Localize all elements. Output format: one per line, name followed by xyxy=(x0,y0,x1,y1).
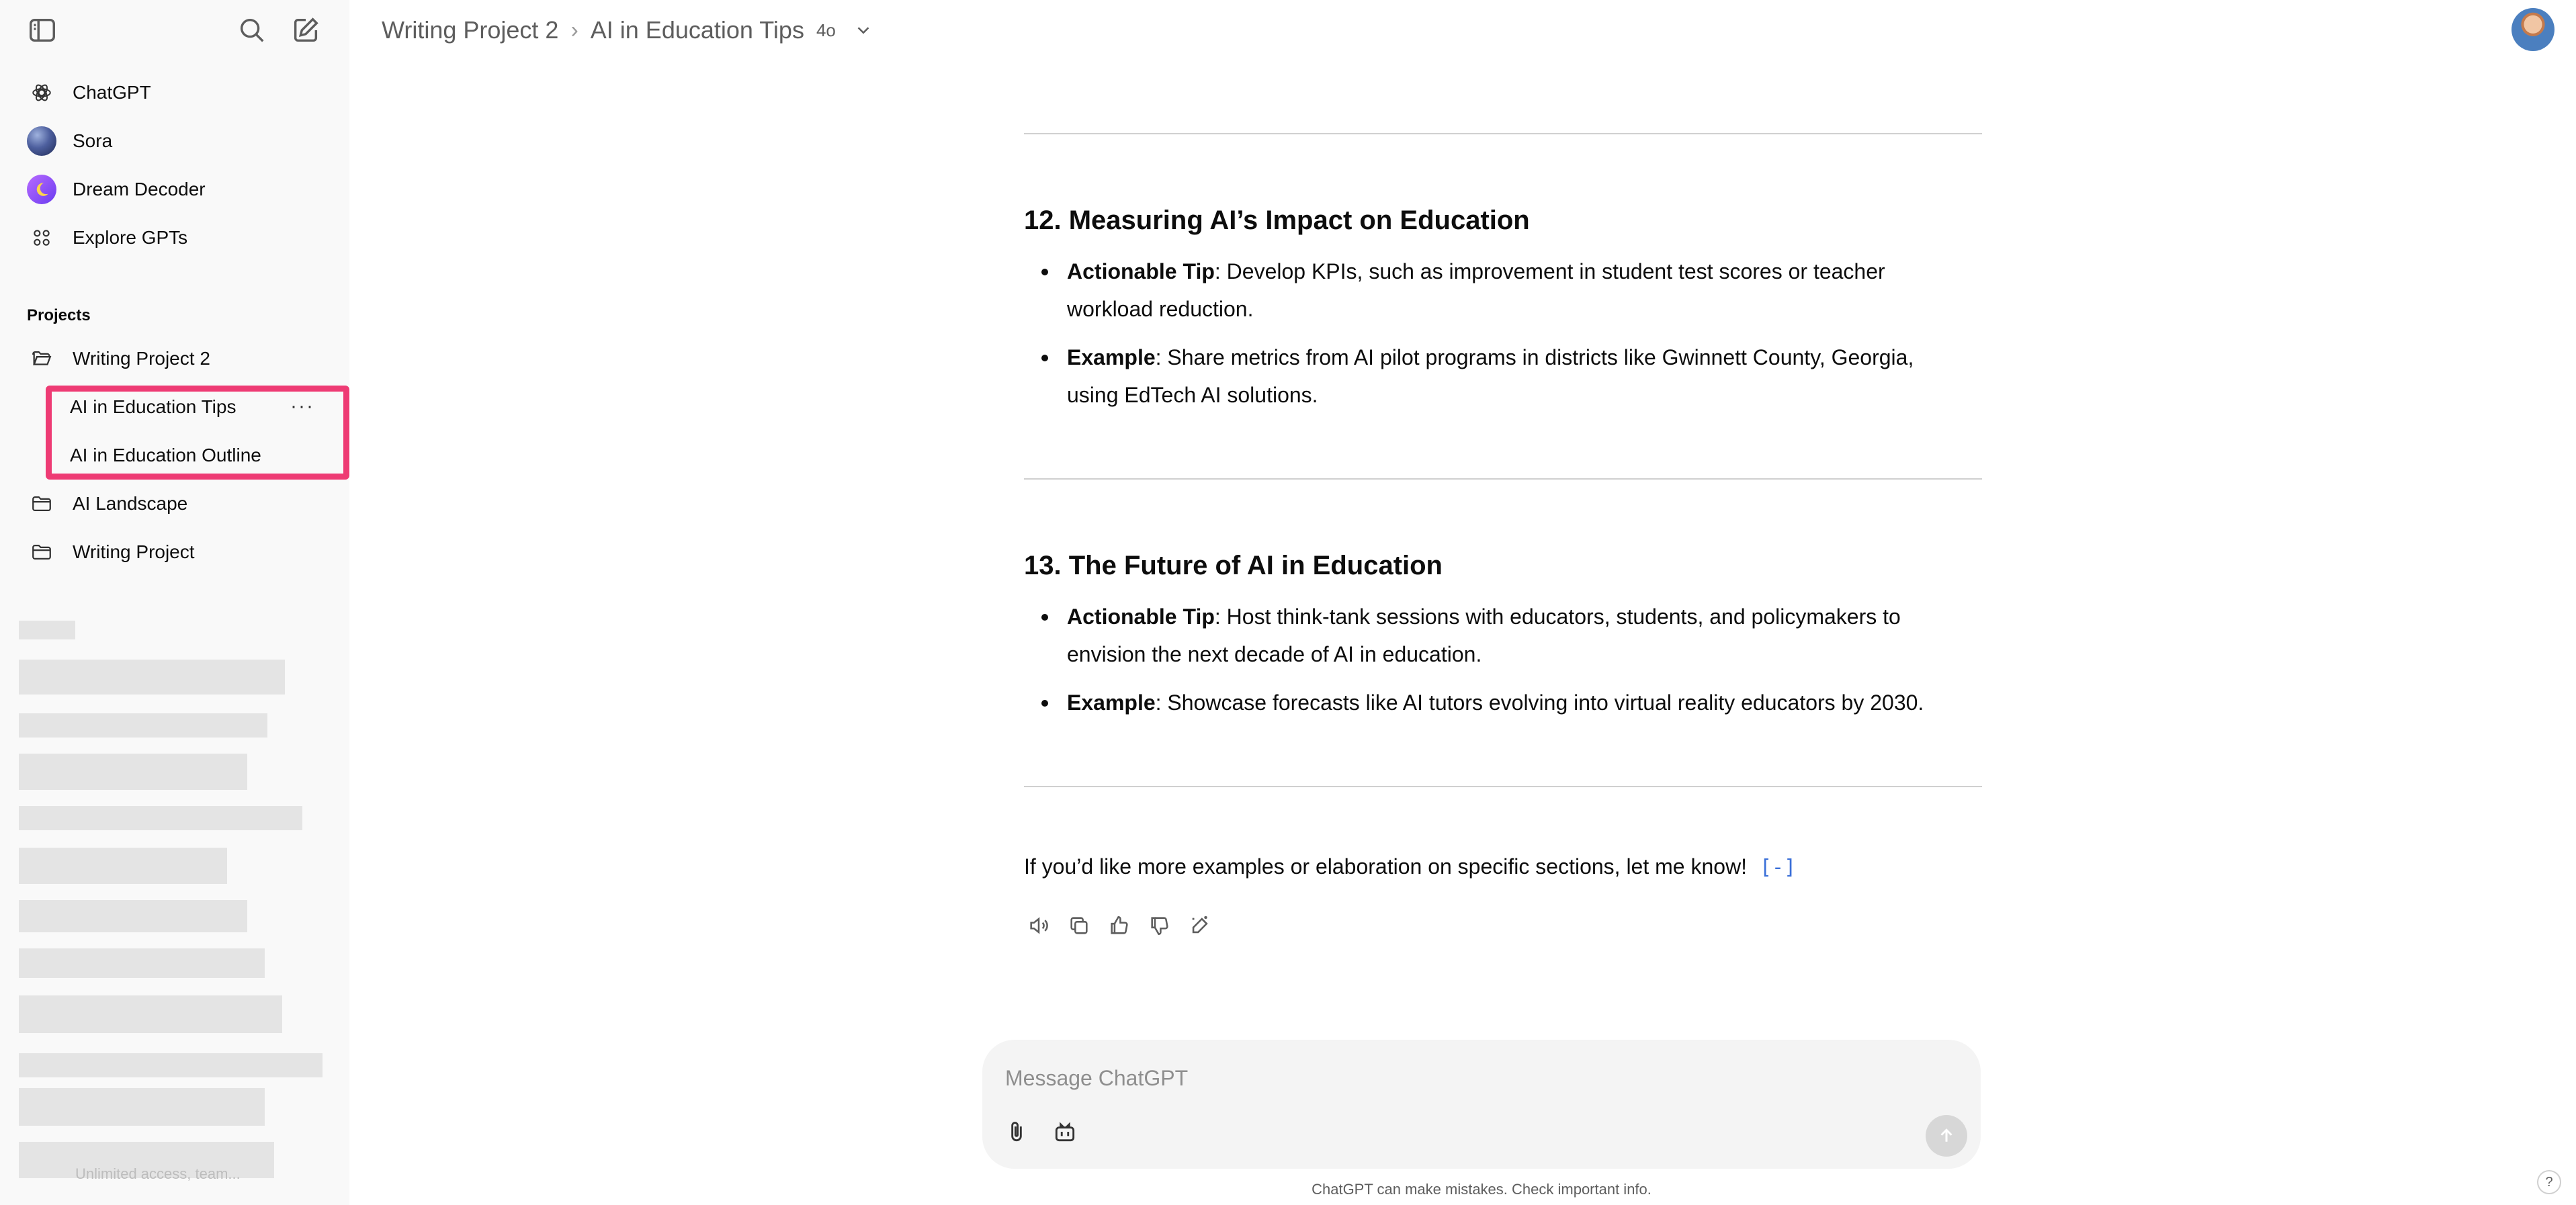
sidebar-item-label: Writing Project 2 xyxy=(73,348,210,369)
folder-icon xyxy=(23,485,60,523)
search-icon[interactable] xyxy=(237,15,267,46)
edit-regenerate-icon[interactable] xyxy=(1185,911,1215,940)
thumbs-up-icon[interactable] xyxy=(1105,911,1134,940)
folder-open-icon xyxy=(23,340,60,377)
avatar[interactable] xyxy=(2511,8,2554,51)
list-item: Actionable Tip: Develop KPIs, such as im… xyxy=(1041,253,1961,328)
sidebar-item-label: AI Landscape xyxy=(73,493,188,514)
help-button[interactable]: ? xyxy=(2537,1170,2561,1194)
thumbs-down-icon[interactable] xyxy=(1145,911,1174,940)
divider xyxy=(1024,786,1982,787)
tools-icon[interactable] xyxy=(1048,1115,1082,1149)
list-item: Example: Share metrics from AI pilot pro… xyxy=(1041,339,1961,414)
folder-icon xyxy=(23,533,60,571)
new-chat-icon[interactable] xyxy=(290,15,321,46)
openai-logo-icon xyxy=(23,74,60,111)
sidebar-project-writing-project-2[interactable]: Writing Project 2 xyxy=(19,337,335,380)
divider xyxy=(1024,478,1982,480)
chevron-down-icon[interactable] xyxy=(853,20,873,40)
closing-text: If you’d like more examples or elaborati… xyxy=(1024,854,1748,879)
breadcrumb: Writing Project 2 › AI in Education Tips… xyxy=(382,15,873,46)
message-input[interactable] xyxy=(1004,1059,1880,1098)
breadcrumb-project[interactable]: Writing Project 2 xyxy=(382,16,558,44)
sidebar-item-sora[interactable]: Sora xyxy=(19,120,335,163)
sidebar-project-ai-landscape[interactable]: AI Landscape xyxy=(19,482,335,525)
sidebar-item-label: Writing Project xyxy=(73,541,195,562)
toggle-sidebar-icon[interactable] xyxy=(27,15,58,46)
list-item: Example: Showcase forecasts like AI tuto… xyxy=(1041,684,1961,721)
bullet-label: Actionable Tip xyxy=(1067,605,1215,629)
section-heading: 12. Measuring AI’s Impact on Education xyxy=(1024,206,1530,235)
bullet-text: : Showcase forecasts like AI tutors evol… xyxy=(1155,690,1924,715)
grid-icon xyxy=(23,219,60,257)
sidebar-item-label: Dream Decoder xyxy=(73,179,206,199)
chevron-right-icon: › xyxy=(570,17,578,43)
sidebar-project-writing-project[interactable]: Writing Project xyxy=(19,531,335,574)
bullet-label: Actionable Tip xyxy=(1067,259,1215,283)
citation-icon[interactable]: [-] xyxy=(1760,856,1796,879)
message-composer xyxy=(982,1040,1981,1169)
breadcrumb-chat-title[interactable]: AI in Education Tips xyxy=(591,16,804,44)
sidebar-item-label: Sora xyxy=(73,130,113,151)
highlight-box xyxy=(46,386,349,480)
send-button[interactable] xyxy=(1926,1115,1967,1157)
sidebar-item-explore-gpts[interactable]: Explore GPTs xyxy=(19,216,335,259)
message-actions xyxy=(1024,911,1215,940)
projects-heading: Projects xyxy=(27,306,91,324)
attach-icon[interactable] xyxy=(1000,1115,1033,1149)
arrow-up-icon xyxy=(1940,1128,1952,1142)
sidebar-item-chatgpt[interactable]: ChatGPT xyxy=(19,71,335,114)
bullet-text: : Share metrics from AI pilot programs i… xyxy=(1067,345,1914,407)
section-heading: 13. The Future of AI in Education xyxy=(1024,551,1443,580)
sidebar-item-label: Explore GPTs xyxy=(73,227,188,248)
sora-icon xyxy=(23,122,60,160)
model-label[interactable]: 4o xyxy=(816,20,836,41)
sidebar: ChatGPT Sora Dream Decoder Explore GPTs … xyxy=(0,0,349,1205)
sidebar-footer-text: Unlimited access, team... xyxy=(75,1165,241,1182)
divider xyxy=(1024,133,1982,134)
bullet-label: Example xyxy=(1067,345,1156,369)
dream-decoder-icon xyxy=(23,171,60,208)
disclaimer: ChatGPT can make mistakes. Check importa… xyxy=(1312,1181,1651,1198)
bullet-label: Example xyxy=(1067,690,1156,715)
closing-message: If you’d like more examples or elaborati… xyxy=(1024,854,1796,879)
copy-icon[interactable] xyxy=(1064,911,1094,940)
sidebar-item-dream-decoder[interactable]: Dream Decoder xyxy=(19,168,335,211)
sidebar-item-label: ChatGPT xyxy=(73,82,151,103)
list-item: Actionable Tip: Host think-tank sessions… xyxy=(1041,598,1961,673)
read-aloud-icon[interactable] xyxy=(1024,911,1054,940)
